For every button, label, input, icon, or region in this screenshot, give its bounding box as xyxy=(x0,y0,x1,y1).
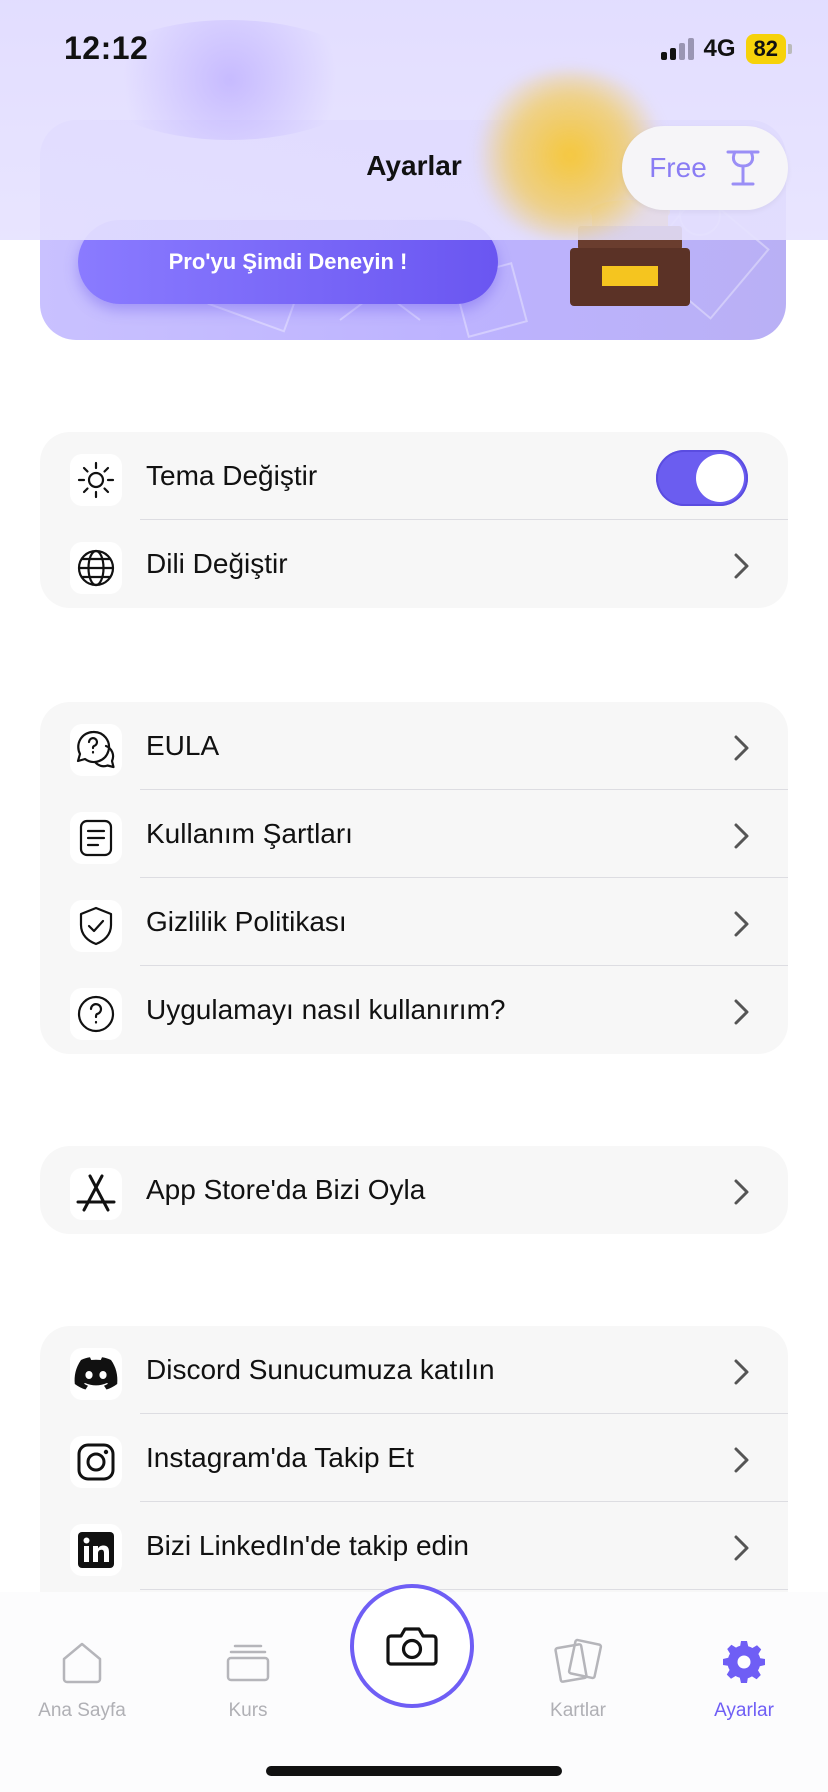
document-icon xyxy=(70,812,122,864)
camera-icon xyxy=(386,1627,438,1666)
discord-row[interactable]: Discord Sunucumuza katılın xyxy=(40,1326,788,1414)
stack-icon xyxy=(188,1632,308,1692)
language-label: Dili Değiştir xyxy=(146,548,288,579)
rate-app-label: App Store'da Bizi Oyla xyxy=(146,1174,426,1205)
instagram-label: Instagram'da Takip Et xyxy=(146,1442,414,1473)
hindi-letter-icon xyxy=(726,150,760,186)
chevron-right-icon xyxy=(734,1535,749,1561)
discord-label: Discord Sunucumuza katılın xyxy=(146,1354,495,1385)
tab-cards[interactable]: Kartlar xyxy=(518,1632,638,1722)
linkedin-row[interactable]: Bizi LinkedIn'de takip edin xyxy=(40,1502,788,1590)
sun-icon xyxy=(70,454,122,506)
theme-label: Tema Değiştir xyxy=(146,460,318,491)
privacy-label: Gizlilik Politikası xyxy=(146,906,347,937)
discord-icon xyxy=(70,1348,122,1400)
app-store-icon xyxy=(70,1168,122,1220)
status-indicators: 4G 82 xyxy=(660,34,792,64)
top-header: 12:12 4G 82 Ayarlar Free xyxy=(0,0,828,240)
tab-settings[interactable]: Ayarlar xyxy=(684,1632,804,1722)
language-row[interactable]: Dili Değiştir xyxy=(40,520,788,608)
chevron-right-icon xyxy=(734,1179,749,1205)
instagram-icon xyxy=(70,1436,122,1488)
theme-toggle-row[interactable]: Tema Değiştir xyxy=(40,432,788,520)
battery-level: 82 xyxy=(745,34,786,64)
instagram-row[interactable]: Instagram'da Takip Et xyxy=(40,1414,788,1502)
home-indicator xyxy=(266,1766,562,1776)
cards-icon xyxy=(518,1632,638,1692)
chevron-right-icon xyxy=(734,1359,749,1385)
how-to-use-label: Uygulamayı nasıl kullanırım? xyxy=(146,994,506,1025)
chevron-right-icon xyxy=(734,823,749,849)
chevron-right-icon xyxy=(734,553,749,579)
chevron-right-icon xyxy=(734,999,749,1025)
plan-label: Free xyxy=(649,152,707,183)
gear-icon xyxy=(684,1632,804,1692)
network-type: 4G xyxy=(703,35,736,62)
terms-row[interactable]: Kullanım Şartları xyxy=(40,790,788,878)
chevron-right-icon xyxy=(734,735,749,761)
plan-badge-button[interactable]: Free xyxy=(622,126,788,210)
battery-icon xyxy=(788,44,792,54)
chevron-right-icon xyxy=(734,911,749,937)
signal-icon xyxy=(660,38,694,60)
home-icon xyxy=(22,1632,142,1692)
settings-group-appearance: Tema Değiştir Dili Değiştir xyxy=(40,432,788,608)
tab-home[interactable]: Ana Sayfa xyxy=(22,1632,142,1722)
rate-app-row[interactable]: App Store'da Bizi Oyla xyxy=(40,1146,788,1234)
privacy-row[interactable]: Gizlilik Politikası xyxy=(40,878,788,966)
eula-label: EULA xyxy=(146,730,220,761)
settings-group-legal: EULA Kullanım Şartları Gizlilik Politika… xyxy=(40,702,788,1054)
tab-course-label: Kurs xyxy=(228,1700,268,1721)
linkedin-icon xyxy=(70,1524,122,1576)
tab-course[interactable]: Kurs xyxy=(188,1632,308,1722)
eula-row[interactable]: EULA xyxy=(40,702,788,790)
tab-cards-label: Kartlar xyxy=(550,1700,606,1721)
terms-label: Kullanım Şartları xyxy=(146,818,353,849)
camera-button[interactable] xyxy=(350,1584,474,1708)
status-time: 12:12 xyxy=(64,30,149,66)
linkedin-label: Bizi LinkedIn'de takip edin xyxy=(146,1530,469,1561)
theme-switch[interactable] xyxy=(656,450,748,506)
globe-icon xyxy=(70,542,122,594)
shield-check-icon xyxy=(70,900,122,952)
how-to-use-row[interactable]: Uygulamayı nasıl kullanırım? xyxy=(40,966,788,1054)
settings-group-rate: App Store'da Bizi Oyla xyxy=(40,1146,788,1234)
tab-home-label: Ana Sayfa xyxy=(38,1700,126,1721)
chevron-right-icon xyxy=(734,1447,749,1473)
tab-settings-label: Ayarlar xyxy=(714,1700,774,1721)
question-circle-icon xyxy=(70,988,122,1040)
help-chat-icon xyxy=(70,724,122,776)
